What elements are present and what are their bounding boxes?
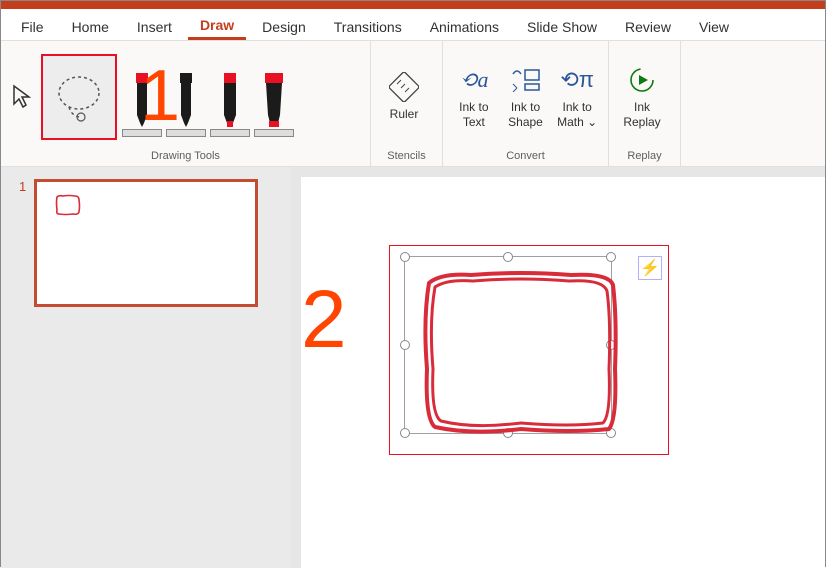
group-label-replay: Replay: [617, 148, 672, 164]
tab-insert[interactable]: Insert: [125, 15, 184, 39]
ink-to-text-icon: ⟲a: [458, 64, 490, 96]
selection-bounding-box[interactable]: [404, 256, 612, 434]
pen-red-2[interactable]: [211, 57, 249, 137]
animation-trigger-icon[interactable]: ⚡: [638, 256, 662, 280]
slide-canvas[interactable]: 2 ⚡: [301, 177, 825, 568]
ink-to-text-label: Ink to Text: [459, 100, 488, 129]
workspace: 1 2: [1, 167, 825, 568]
ruler-button[interactable]: Ruler: [379, 57, 429, 137]
ink-to-math-label: Ink to Math ⌄: [557, 100, 597, 129]
ink-to-math-button[interactable]: ⟲π Ink to Math ⌄: [554, 57, 600, 137]
resize-handle-tl[interactable]: [400, 252, 410, 262]
ribbon-tabs: File Home Insert Draw Design Transitions…: [1, 9, 825, 41]
tab-animations[interactable]: Animations: [418, 15, 511, 39]
resize-handle-tm[interactable]: [503, 252, 513, 262]
ruler-label: Ruler: [390, 107, 419, 121]
ink-to-shape-button[interactable]: Ink to Shape: [503, 57, 549, 137]
ink-to-shape-icon: [510, 64, 542, 96]
ink-to-shape-label: Ink to Shape: [508, 100, 543, 129]
thumbnail-ink-icon: [55, 194, 81, 216]
slide-thumbnail-1[interactable]: [34, 179, 258, 307]
ink-replay-icon: [626, 64, 658, 96]
lasso-select-tool[interactable]: [41, 54, 117, 140]
tab-home[interactable]: Home: [60, 15, 121, 39]
group-label-convert: Convert: [451, 148, 600, 164]
resize-handle-ml[interactable]: [400, 340, 410, 350]
ink-to-math-icon: ⟲π: [561, 64, 593, 96]
thumbnail-number: 1: [19, 179, 26, 194]
title-bar: [1, 1, 825, 9]
ink-drawing[interactable]: [421, 269, 621, 439]
ink-replay-button[interactable]: Ink Replay: [617, 57, 667, 137]
pen-red[interactable]: [123, 57, 161, 137]
tab-transitions[interactable]: Transitions: [322, 15, 414, 39]
thumbnail-panel: 1: [1, 167, 291, 568]
tab-view[interactable]: View: [687, 15, 741, 39]
tab-draw[interactable]: Draw: [188, 13, 246, 40]
ink-replay-label: Ink Replay: [623, 100, 660, 129]
group-label-stencils: Stencils: [379, 148, 434, 164]
resize-handle-tr[interactable]: [606, 252, 616, 262]
ruler-icon: [388, 71, 420, 103]
pen-black[interactable]: [167, 57, 205, 137]
ribbon: 1: [1, 41, 825, 167]
select-tool[interactable]: [9, 84, 35, 110]
ink-to-text-button[interactable]: ⟲a Ink to Text: [451, 57, 497, 137]
highlighter-red[interactable]: [255, 57, 293, 137]
tab-file[interactable]: File: [9, 15, 56, 39]
annotation-2: 2: [301, 273, 347, 367]
resize-handle-bl[interactable]: [400, 428, 410, 438]
group-label-drawing-tools: Drawing Tools: [9, 148, 362, 164]
tab-design[interactable]: Design: [250, 15, 318, 39]
selection-highlight: ⚡: [389, 245, 669, 455]
slide-canvas-area: 2 ⚡: [291, 167, 825, 568]
tab-slideshow[interactable]: Slide Show: [515, 15, 609, 39]
tab-review[interactable]: Review: [613, 15, 683, 39]
